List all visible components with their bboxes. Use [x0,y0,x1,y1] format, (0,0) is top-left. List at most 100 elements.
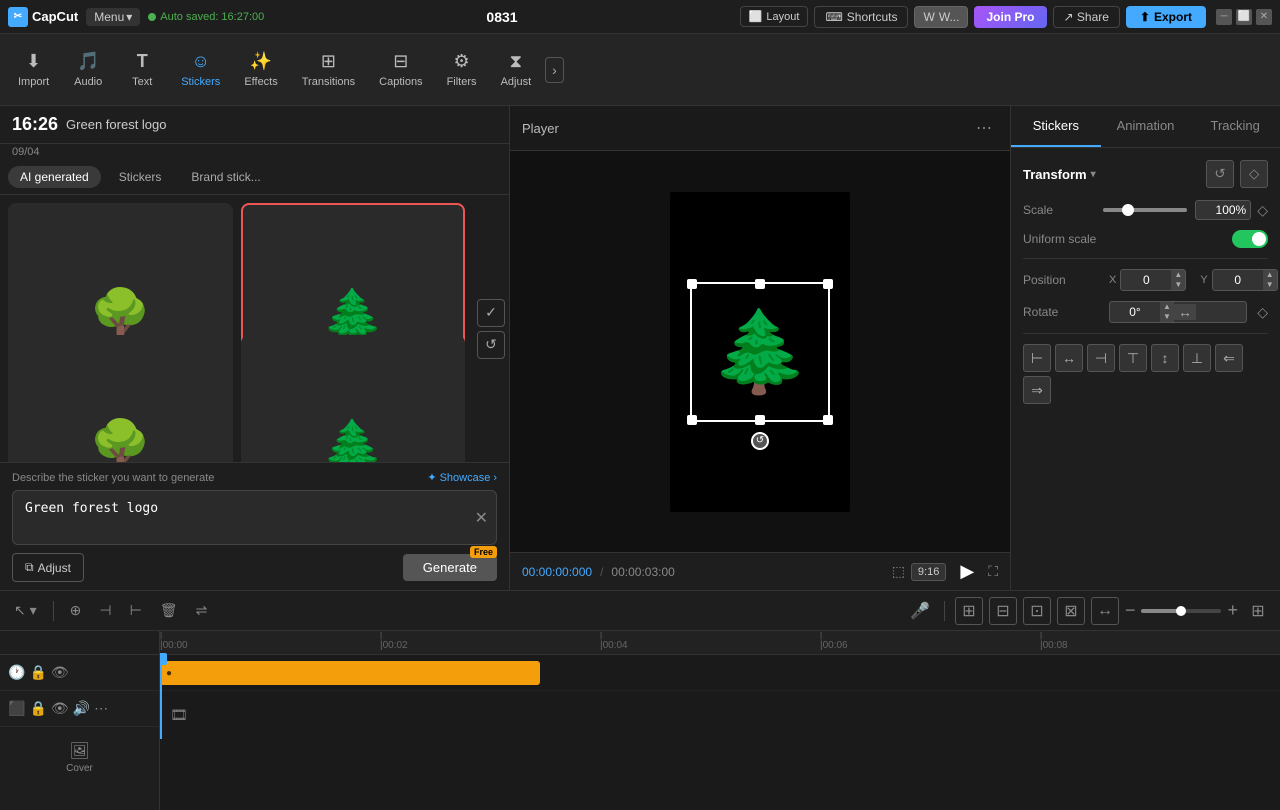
generate-input[interactable]: Green forest logo [13,491,496,541]
export-button[interactable]: ⬆ Export [1126,6,1206,28]
pos-y-input-wrap: ▲ ▼ [1212,269,1278,291]
flip-button[interactable]: ⇌ [190,598,214,623]
rotate-label: Rotate [1023,305,1103,319]
tool-transitions[interactable]: ⊞ Transitions [292,45,365,94]
tab-tracking[interactable]: Tracking [1190,106,1280,147]
right-content: Transform ▾ ↺ ◇ Scale ◇ [1011,148,1280,590]
selection-box[interactable]: ↺ [690,282,830,422]
timeline-scroll-area[interactable]: |00:00 |00:02 |00:04 |00:06 |00:08 ● [160,631,1280,810]
trim-left-button[interactable]: ⊣ [93,598,117,623]
tab-stickers[interactable]: Stickers [107,166,174,188]
handle-tr[interactable] [823,279,833,289]
layout-button[interactable]: ⬜ Layout [740,6,809,27]
adjust-button[interactable]: ⧉ Adjust [12,553,84,582]
scale-slider-thumb[interactable] [1122,204,1134,216]
side-refresh-button[interactable]: ↺ [477,331,505,359]
tool-effects[interactable]: ✨ Effects [234,45,287,94]
tool-captions[interactable]: ⊟ Captions [369,45,432,94]
close-button[interactable]: ✕ [1256,9,1272,25]
y-axis-label: Y [1200,274,1207,286]
align-center-h-button[interactable]: ↔ [1055,344,1083,372]
track-2-header: ⬛ 🔒 👁 🔊 ⋯ [0,691,159,727]
align-left-button[interactable]: ⊢ [1023,344,1051,372]
side-check-button[interactable]: ✓ [477,299,505,327]
cover-button[interactable]: 🖼 Cover [55,741,105,774]
align-right-button[interactable]: ⊣ [1087,344,1115,372]
tab-ai-generated[interactable]: AI generated [8,166,101,188]
pos-x-up[interactable]: ▲ [1171,270,1185,280]
tool-stickers[interactable]: ☺ Stickers [171,45,230,94]
align-top-button[interactable]: ⊤ [1119,344,1147,372]
tool-audio[interactable]: 🎵 Audio [63,45,113,94]
auto-save-dot [148,13,156,21]
tab-stickers-right[interactable]: Stickers [1011,106,1101,147]
auto-cut-button[interactable]: ⊟ [989,597,1017,625]
playhead-handle[interactable] [160,653,167,665]
pos-x-down[interactable]: ▼ [1171,280,1185,290]
transition-button[interactable]: ↔ [1091,597,1119,625]
rotate-handle[interactable]: ↺ [751,432,769,450]
crop-timeline-button[interactable]: ⊠ [1057,597,1085,625]
undo-transform-button[interactable]: ↺ [1206,160,1234,188]
sticker-cell-4[interactable]: 🌲 [241,335,466,463]
pos-x-input[interactable] [1121,270,1171,290]
video-settings-button[interactable]: ⊡ [1023,597,1051,625]
rotate-down[interactable]: ▼ [1160,312,1174,322]
uniform-scale-toggle[interactable] [1232,230,1268,248]
player-menu-button[interactable]: ⋯ [970,114,998,142]
zoom-in-button[interactable]: + [1227,600,1238,621]
scale-input[interactable] [1195,200,1251,220]
handle-bl[interactable] [687,415,697,425]
sticker-clip[interactable]: ● [160,661,540,685]
reset-transform-button[interactable]: ◇ [1240,160,1268,188]
fit-button[interactable]: ⊞ [1244,597,1272,625]
sticker-cell-3[interactable]: 🌳 [8,335,233,463]
generate-button[interactable]: Generate [403,554,497,581]
menu-button[interactable]: Menu ▾ [86,8,140,26]
align-distribute-h-button[interactable]: ⇐ [1215,344,1243,372]
trim-right-button[interactable]: ⊢ [124,598,148,623]
share-button[interactable]: ↗ Share [1053,6,1120,28]
clear-input-button[interactable]: ✕ [475,508,488,528]
delete-button[interactable]: 🗑 [154,598,184,623]
join-pro-button[interactable]: Join Pro [974,6,1046,28]
zoom-out-button[interactable]: − [1125,600,1136,621]
handle-br[interactable] [823,415,833,425]
pos-y-down[interactable]: ▼ [1263,280,1277,290]
rotate-keyframe-button[interactable]: ◇ [1257,304,1268,321]
tool-filters[interactable]: ⚙ Filters [437,45,487,94]
player-controls-right: ⬚ 9:16 ▶ ⛶ [892,561,998,582]
align-center-v-button[interactable]: ↕ [1151,344,1179,372]
toolbar-more-button[interactable]: › [545,57,564,83]
shortcuts-button[interactable]: ⌨ Shortcuts [814,6,908,28]
align-bottom-button[interactable]: ⊥ [1183,344,1211,372]
mic-button[interactable]: 🎤 [906,597,934,625]
split-clip-button[interactable]: ⊞ [955,597,983,625]
showcase-link[interactable]: ✦ Showcase › [427,471,497,484]
zoom-slider[interactable] [1141,609,1221,613]
cursor-tool-button[interactable]: ↖ ▾ [8,598,43,623]
tool-text[interactable]: T Text [117,45,167,94]
rotate-input[interactable] [1110,302,1160,322]
tool-adjust[interactable]: ⧗ Adjust [491,45,542,94]
scale-slider[interactable] [1103,208,1187,212]
tab-brand-stickers[interactable]: Brand stick... [179,166,272,188]
play-button[interactable]: ▶ [960,561,974,582]
rotate-flip-button[interactable]: ↔ [1174,304,1196,320]
fullscreen-button[interactable]: ⛶ [988,563,998,580]
minimize-button[interactable]: ─ [1216,9,1232,25]
playhead[interactable] [160,655,162,739]
tab-animation[interactable]: Animation [1101,106,1191,147]
handle-tc[interactable] [755,279,765,289]
pos-y-up[interactable]: ▲ [1263,270,1277,280]
scale-keyframe-button[interactable]: ◇ [1257,202,1268,219]
crop-button[interactable]: ⬚ [892,563,905,580]
handle-tl[interactable] [687,279,697,289]
restore-button[interactable]: ⬜ [1236,9,1252,25]
tool-import[interactable]: ⬇ Import [8,45,59,94]
rotate-up[interactable]: ▲ [1160,302,1174,312]
pos-y-input[interactable] [1213,270,1263,290]
handle-bc[interactable] [755,415,765,425]
split-tool-button[interactable]: ⊕ [64,598,88,623]
align-distribute-v-button[interactable]: ⇒ [1023,376,1051,404]
